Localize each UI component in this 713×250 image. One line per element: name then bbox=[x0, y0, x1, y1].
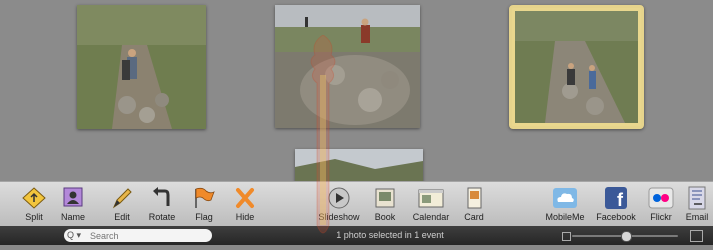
photo-browser[interactable] bbox=[0, 0, 713, 183]
status-bar: Q ▾ 1 photo selected in 1 event bbox=[0, 226, 713, 245]
email-icon bbox=[684, 186, 710, 210]
cloud-icon bbox=[552, 186, 578, 210]
flickr-icon bbox=[648, 186, 674, 210]
svg-text:f: f bbox=[617, 190, 624, 210]
play-icon bbox=[326, 186, 352, 210]
search-input[interactable] bbox=[90, 229, 208, 242]
toolbar: Split Name Edit Rotate Flag Hide Slidesh… bbox=[0, 181, 713, 227]
photo-thumbnail[interactable] bbox=[275, 5, 420, 128]
card-button[interactable]: Card bbox=[451, 186, 497, 224]
search-field[interactable]: Q ▾ bbox=[64, 229, 212, 242]
flag-icon bbox=[191, 186, 217, 210]
split-icon bbox=[21, 186, 47, 210]
hide-button[interactable]: Hide bbox=[222, 186, 268, 224]
photo-thumbnail[interactable] bbox=[295, 149, 423, 183]
zoom-slider-knob[interactable] bbox=[621, 231, 632, 242]
facebook-icon: f bbox=[603, 186, 629, 210]
pencil-icon bbox=[109, 186, 135, 210]
search-icon[interactable]: Q ▾ bbox=[67, 230, 87, 241]
photo-thumbnail-selected[interactable] bbox=[509, 5, 644, 129]
rotate-icon bbox=[149, 186, 175, 210]
mobileme-button[interactable]: MobileMe bbox=[542, 186, 588, 224]
name-icon bbox=[60, 186, 86, 210]
book-icon bbox=[372, 186, 398, 210]
hide-x-icon bbox=[232, 186, 258, 210]
name-button[interactable]: Name bbox=[50, 186, 96, 224]
card-icon bbox=[461, 186, 487, 210]
email-button[interactable]: Email bbox=[674, 186, 713, 224]
zoom-large-icon bbox=[690, 230, 703, 242]
photo-thumbnail[interactable] bbox=[77, 5, 206, 129]
status-text: 1 photo selected in 1 event bbox=[336, 230, 444, 240]
zoom-small-icon bbox=[562, 232, 571, 241]
calendar-icon bbox=[418, 186, 444, 210]
photo-image bbox=[515, 11, 638, 123]
